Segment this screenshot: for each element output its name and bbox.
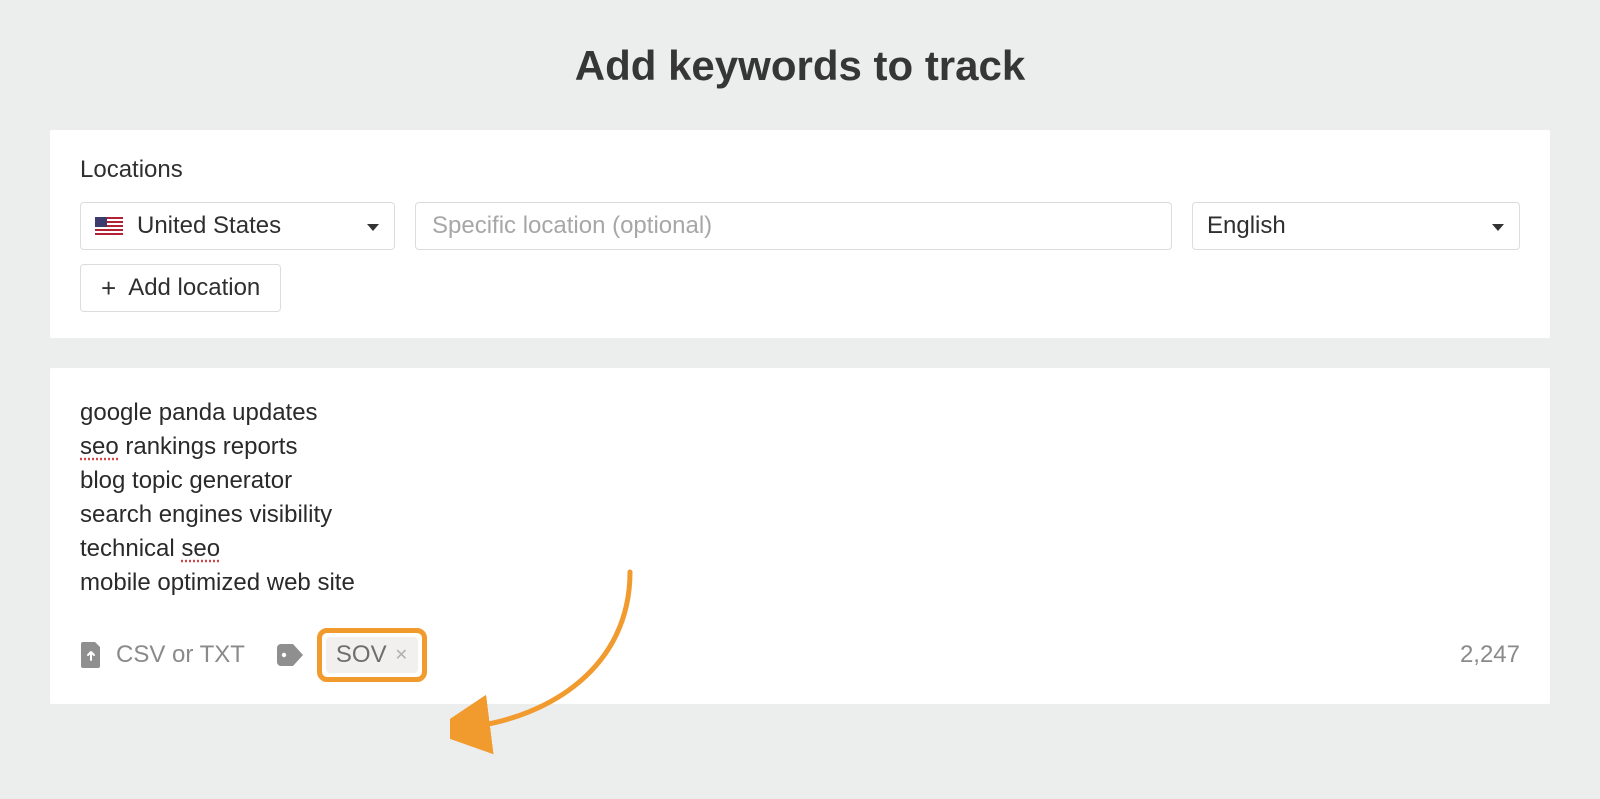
keywords-footer: CSV or TXT SOV ✕ 2,247 (80, 628, 1520, 682)
page-title: Add keywords to track (0, 0, 1600, 130)
plus-icon: + (101, 275, 116, 301)
flag-us-icon (95, 217, 123, 235)
tag-chip[interactable]: SOV ✕ (326, 637, 418, 673)
locations-panel: Locations United States English + Add lo… (50, 130, 1550, 338)
locations-row: United States English (80, 202, 1520, 250)
keyword-line: seo rankings reports (80, 430, 1520, 464)
keyword-line: blog topic generator (80, 464, 1520, 498)
char-count: 2,247 (1460, 641, 1520, 669)
keyword-line: search engines visibility (80, 498, 1520, 532)
spellcheck-word: seo (181, 535, 220, 562)
chevron-down-icon (366, 212, 380, 240)
spellcheck-word: seo (80, 433, 119, 460)
keyword-line: google panda updates (80, 396, 1520, 430)
specific-location-input[interactable] (415, 202, 1172, 250)
language-select-value: English (1207, 212, 1286, 240)
upload-icon[interactable] (80, 642, 102, 668)
tag-chip-label: SOV (336, 641, 387, 669)
country-select[interactable]: United States (80, 202, 395, 250)
country-select-value: United States (137, 212, 281, 240)
chevron-down-icon (1491, 212, 1505, 240)
language-select[interactable]: English (1192, 202, 1520, 250)
keywords-textarea[interactable]: google panda updates seo rankings report… (80, 396, 1520, 600)
tag-icon[interactable] (277, 644, 303, 666)
keywords-panel: google panda updates seo rankings report… (50, 368, 1550, 704)
add-location-button[interactable]: + Add location (80, 264, 281, 312)
add-location-label: Add location (128, 274, 260, 302)
locations-label: Locations (80, 156, 1520, 184)
upload-label[interactable]: CSV or TXT (116, 641, 245, 669)
keyword-line: technical seo (80, 532, 1520, 566)
keyword-line: mobile optimized web site (80, 566, 1520, 600)
close-icon[interactable]: ✕ (395, 645, 408, 665)
annotation-highlight: SOV ✕ (317, 628, 427, 682)
